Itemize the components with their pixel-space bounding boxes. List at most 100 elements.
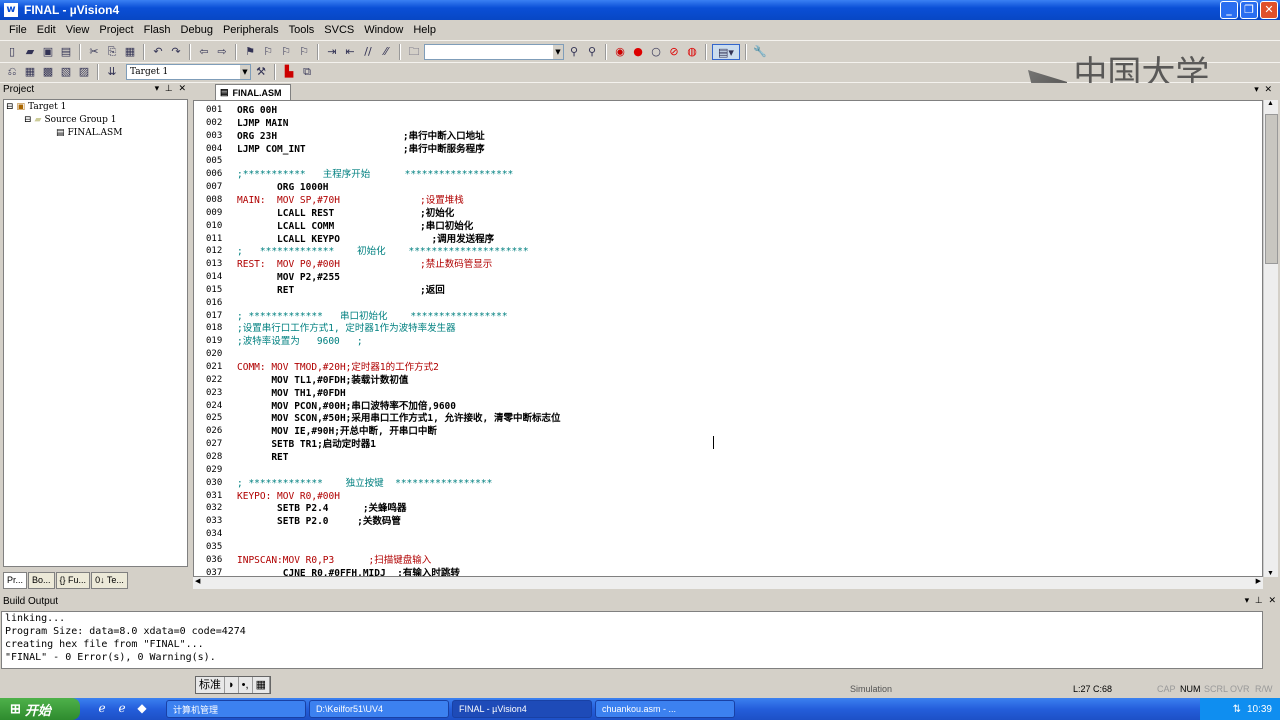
new-file-icon[interactable]: ▯ — [4, 44, 20, 60]
tree-item-target[interactable]: ⊟ ▣ Target 1 — [6, 102, 66, 112]
stop-build-icon[interactable]: ▨ — [76, 64, 92, 80]
collapse-icon[interactable]: ⊟ — [6, 102, 14, 112]
menu-help[interactable]: Help — [408, 24, 441, 36]
tree-item-source-group[interactable]: ⊟ ▰ Source Group 1 — [24, 115, 116, 125]
chevron-down-icon[interactable]: ▼ — [240, 64, 250, 79]
chevron-down-icon[interactable]: ▼ — [553, 44, 563, 59]
ime-keyboard-button[interactable]: ▦ — [253, 677, 270, 693]
panel-close-icon[interactable]: ✕ — [178, 84, 186, 94]
outdent-icon[interactable]: ⇤ — [342, 44, 358, 60]
tree-item-file[interactable]: ▤ FINAL.ASM — [56, 128, 122, 138]
breakpoint-kill-icon[interactable]: ⊘ — [666, 44, 682, 60]
paste-icon[interactable]: ▦ — [122, 44, 138, 60]
task-explorer[interactable]: D:\Keilfor51\UV4 — [309, 700, 449, 718]
rebuild-icon[interactable]: ▩ — [40, 64, 56, 80]
bookmark-prev-icon[interactable]: ⚐ — [260, 44, 276, 60]
taskbar: ⊞ 开始 ℯ ℯ ◆ 计算机管理 D:\Keilfor51\UV4 FINAL -… — [0, 698, 1280, 720]
build-output-text[interactable]: linking... Program Size: data=8.0 xdata=… — [1, 611, 1263, 669]
panel-menu-icon[interactable]: ▾ — [1245, 596, 1250, 606]
ime-punct-button[interactable]: •, — [239, 677, 253, 693]
scroll-up-icon[interactable]: ▲ — [1267, 100, 1274, 107]
find-in-files-icon[interactable]: 🗀 — [406, 44, 422, 60]
redo-icon[interactable]: ↷ — [168, 44, 184, 60]
batch-build-icon[interactable]: ▧ — [58, 64, 74, 80]
menu-flash[interactable]: Flash — [139, 24, 176, 36]
pin-icon[interactable]: ⊥ — [165, 84, 173, 94]
build-icon[interactable]: ▦ — [22, 64, 38, 80]
browser-icon[interactable]: ℯ — [114, 701, 130, 717]
find-icon[interactable]: ⚲ — [566, 44, 582, 60]
uncomment-icon[interactable]: ⁄⁄ — [378, 44, 394, 60]
breakpoint-clear-icon[interactable]: ◍ — [684, 44, 700, 60]
menu-edit[interactable]: Edit — [32, 24, 61, 36]
open-file-icon[interactable]: ▰ — [22, 44, 38, 60]
task-chuankou[interactable]: chuankou.asm - ... — [595, 700, 735, 718]
save-all-icon[interactable]: ▤ — [58, 44, 74, 60]
app-icon[interactable]: w — [4, 3, 18, 17]
menu-peripherals[interactable]: Peripherals — [218, 24, 284, 36]
debug-session-icon[interactable]: ◉ — [612, 44, 628, 60]
breakpoint-icon[interactable]: ● — [630, 44, 646, 60]
scroll-down-icon[interactable]: ▼ — [1267, 570, 1274, 577]
tab-books[interactable]: Bo... — [28, 572, 55, 589]
code-area[interactable]: 001 ORG 00H 002 LJMP MAIN 003 ORG 23H ;串行中断入口… — [193, 100, 1263, 577]
menu-view[interactable]: View — [61, 24, 95, 36]
menu-debug[interactable]: Debug — [176, 24, 218, 36]
incremental-find-icon[interactable]: ⚲ — [584, 44, 600, 60]
menu-window[interactable]: Window — [359, 24, 408, 36]
copy-icon[interactable]: ⎘ — [104, 44, 120, 60]
menu-project[interactable]: Project — [94, 24, 138, 36]
menu-tools[interactable]: Tools — [284, 24, 320, 36]
window-layout-icon[interactable]: ▤▾ — [712, 43, 740, 60]
bookmark-clear-icon[interactable]: ⚐ — [296, 44, 312, 60]
translate-icon[interactable]: ⎌ — [4, 64, 20, 80]
panel-menu-icon[interactable]: ▾ — [155, 84, 160, 94]
tab-final-asm[interactable]: ▤ FINAL.ASM — [215, 84, 291, 100]
task-computer-management[interactable]: 计算机管理 — [166, 700, 306, 718]
nav-forward-icon[interactable]: ⇨ — [214, 44, 230, 60]
media-icon[interactable]: ◆ — [134, 701, 150, 717]
download-icon[interactable]: ⇊ — [104, 64, 120, 80]
target-select[interactable]: Target 1 ▼ — [126, 63, 251, 80]
tab-list-icon[interactable]: ▾ — [1254, 85, 1259, 95]
menu-file[interactable]: File — [4, 24, 32, 36]
editor-vertical-scrollbar[interactable]: ▲ ▼ — [1263, 100, 1278, 577]
bookmark-icon[interactable]: ⚑ — [242, 44, 258, 60]
tab-functions[interactable]: {} Fu... — [55, 572, 91, 589]
configure-icon[interactable]: 🔧 — [752, 44, 768, 60]
editor-horizontal-scrollbar[interactable]: ◀ ▶ — [193, 577, 1263, 589]
scroll-left-icon[interactable]: ◀ — [195, 577, 200, 585]
start-button[interactable]: ⊞ 开始 — [0, 698, 80, 720]
clock[interactable]: 10:39 — [1247, 704, 1272, 715]
network-icon[interactable]: ⇅ — [1233, 704, 1241, 715]
find-combo[interactable]: ▼ — [424, 43, 564, 60]
title-bar[interactable]: w FINAL - µVision4 _ ❐ ✕ — [0, 0, 1280, 20]
tab-templates[interactable]: 0↓ Te... — [91, 572, 128, 589]
manage-components-icon[interactable]: ▙ — [281, 64, 297, 80]
task-uvision[interactable]: FINAL - µVision4 — [452, 700, 592, 718]
multi-project-icon[interactable]: ⧉ — [299, 64, 315, 80]
pin-icon[interactable]: ⊥ — [1255, 596, 1263, 606]
tab-project[interactable]: Pr... — [3, 572, 28, 589]
undo-icon[interactable]: ↶ — [150, 44, 166, 60]
panel-close-icon[interactable]: ✕ — [1268, 596, 1276, 606]
minimize-icon[interactable]: _ — [1220, 1, 1238, 19]
bookmark-next-icon[interactable]: ⚐ — [278, 44, 294, 60]
indent-icon[interactable]: ⇥ — [324, 44, 340, 60]
scroll-right-icon[interactable]: ▶ — [1256, 577, 1261, 585]
editor-close-icon[interactable]: ✕ — [1264, 85, 1272, 95]
breakpoint-disable-icon[interactable]: ○ — [648, 44, 664, 60]
restore-icon[interactable]: ❐ — [1240, 1, 1258, 19]
ime-mode-button[interactable]: 标准 — [196, 677, 225, 693]
target-options-icon[interactable]: ⚒ — [253, 64, 269, 80]
scroll-thumb[interactable] — [1265, 114, 1278, 264]
nav-back-icon[interactable]: ⇦ — [196, 44, 212, 60]
ie-icon[interactable]: ℯ — [94, 701, 110, 717]
comment-icon[interactable]: // — [360, 44, 376, 60]
cut-icon[interactable]: ✂ — [86, 44, 102, 60]
close-icon[interactable]: ✕ — [1260, 1, 1278, 19]
ime-width-button[interactable]: ◗ — [225, 677, 239, 693]
collapse-icon[interactable]: ⊟ — [24, 115, 32, 125]
save-icon[interactable]: ▣ — [40, 44, 56, 60]
menu-svcs[interactable]: SVCS — [319, 24, 359, 36]
